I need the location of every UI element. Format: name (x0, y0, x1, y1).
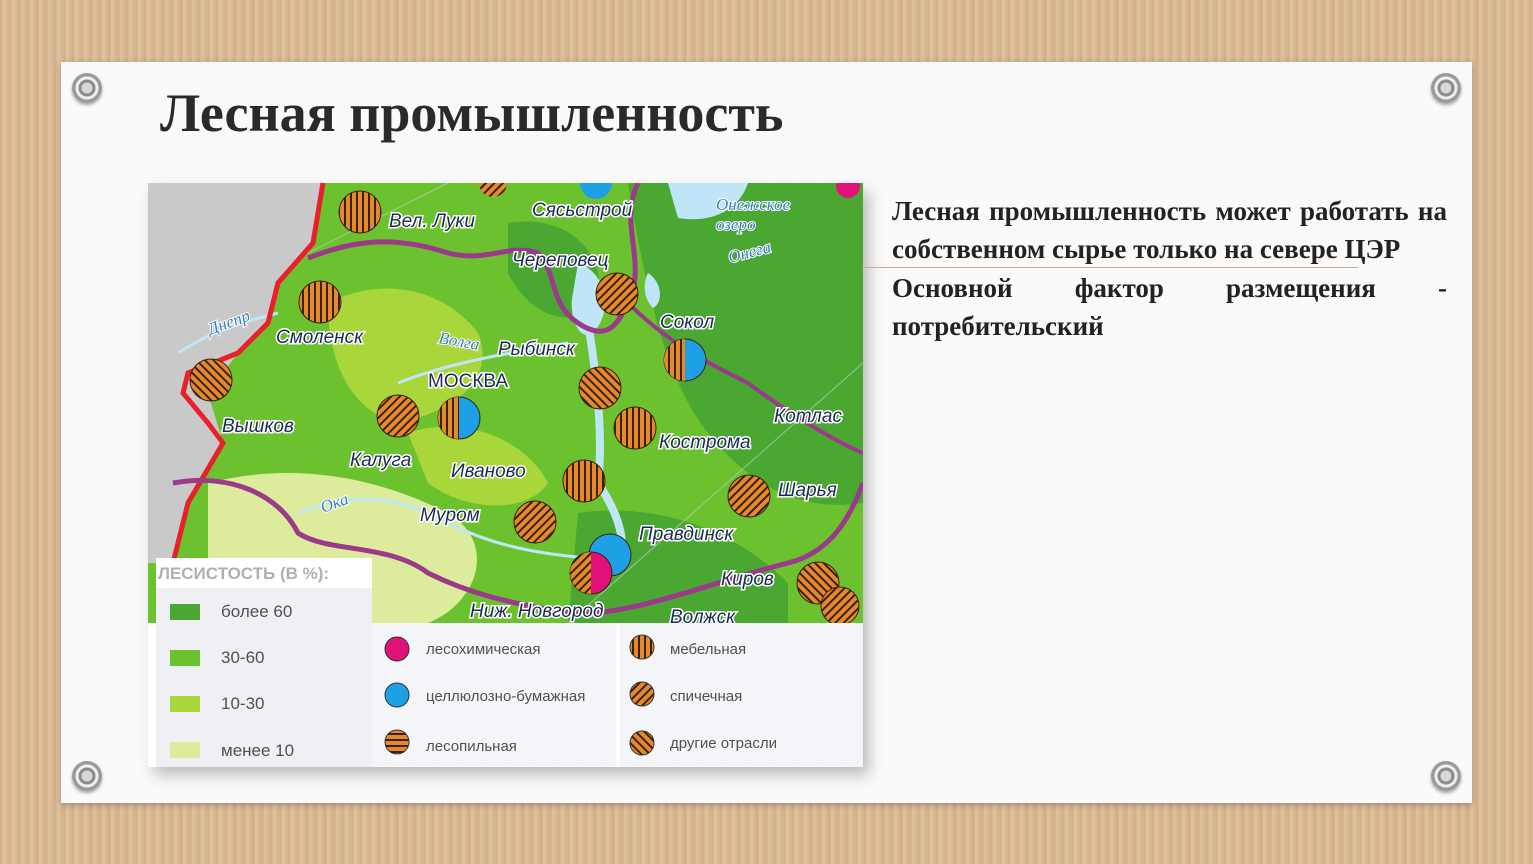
page-title: Лесная промышленность (160, 83, 784, 143)
industry-legend-label: лесохимическая (426, 641, 541, 658)
city-label: Сясьстрой (532, 200, 633, 221)
pin-top-right (1431, 73, 1461, 103)
city-label: Калуга (350, 450, 411, 471)
city-label: Смоленск (276, 327, 364, 348)
city-label: МОСКВА (428, 371, 508, 392)
forest-legend-label: 30-60 (221, 648, 264, 667)
industry-legend-label: другие отрасли (670, 735, 777, 752)
industry-legend-label: спичечная (670, 688, 742, 705)
forest-legend-label: менее 10 (221, 741, 294, 760)
paragraph-own-raw-material: Лесная промышленность может работать на … (892, 196, 1447, 264)
water-label: Онежское (716, 195, 791, 214)
pin-top-left (72, 73, 102, 103)
city-label: Киров (721, 569, 774, 590)
divider-line (862, 267, 1358, 268)
forest-legend-swatch (170, 696, 200, 712)
forest-legend-label: 10-30 (221, 694, 264, 713)
forest-legend-swatch (170, 650, 200, 666)
city-label: Рыбинск (498, 339, 576, 360)
legend-symbol-pink (384, 636, 410, 662)
map-canvas: Вел. Луки Сясьстрой Череповец Смоленск Р… (148, 183, 863, 767)
city-label: Ниж. Новгород (470, 601, 603, 622)
city-label: Шарья (778, 480, 837, 501)
pin-bottom-right (1431, 761, 1461, 791)
city-label: Правдинск (639, 524, 734, 545)
city-label: Кострома (659, 432, 751, 453)
legend-symbol-hatch-vertical (629, 634, 655, 660)
legend-symbol-blue (384, 682, 410, 708)
industry-legend-label: мебельная (670, 641, 746, 658)
city-label: Иваново (451, 461, 526, 482)
pin-bottom-left (72, 761, 102, 791)
legend-symbol-hatch-diagonal (629, 681, 655, 707)
legend-symbol-hatch-horizontal (384, 729, 410, 755)
industry-legend-label: лесопильная (426, 738, 517, 755)
city-label: Сокол (660, 312, 714, 333)
paragraph-location-factor: Основной фактор размещения - потребитель… (892, 273, 1447, 341)
text-column: Лесная промышленность может работать на … (862, 192, 1447, 345)
legend-symbol-hatch-diagonal-2 (629, 730, 655, 756)
city-label: Котлас (774, 406, 842, 427)
industry-legend-label: целлюлозно-бумажная (426, 688, 585, 705)
city-label: Вышков (222, 416, 294, 437)
forest-legend-title: ЛЕСИСТОСТЬ (В %): (158, 564, 329, 583)
city-label: Муром (420, 505, 480, 526)
city-label: Череповец (512, 250, 609, 271)
forest-industry-map: Вел. Луки Сясьстрой Череповец Смоленск Р… (148, 183, 863, 767)
water-label: озеро (716, 215, 755, 234)
forest-legend-label: более 60 (221, 602, 292, 621)
city-label: Вел. Луки (389, 211, 475, 232)
forest-legend-swatch (170, 604, 200, 620)
forest-legend-swatch (170, 742, 200, 758)
